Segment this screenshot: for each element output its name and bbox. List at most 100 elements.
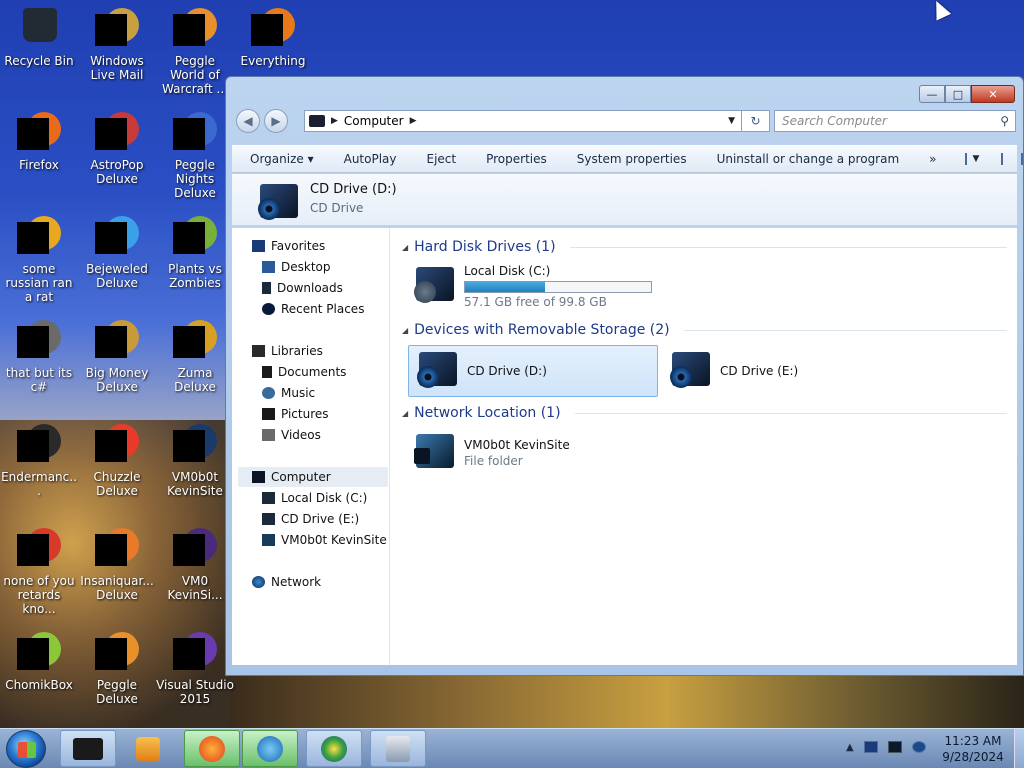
search-input[interactable]: Search Computer ⚲ xyxy=(774,110,1016,132)
desktop-icon-1[interactable]: Windows Live Mail xyxy=(78,4,156,104)
help-icon[interactable] xyxy=(1021,153,1024,165)
nav-network[interactable]: Network xyxy=(252,572,321,592)
app-icon xyxy=(95,424,139,468)
item-cd-drive-d[interactable]: CD Drive (D:) xyxy=(408,345,658,397)
desktop-icon-4[interactable]: Firefox xyxy=(0,108,78,208)
item-cd-drive-e[interactable]: CD Drive (E:) xyxy=(662,345,902,397)
desktop-icon-17[interactable]: Insaniquar... Deluxe xyxy=(78,524,156,624)
windows-live-icon xyxy=(257,735,283,762)
nav-pictures[interactable]: Pictures xyxy=(262,404,329,424)
desktop-icon-20[interactable]: Peggle Deluxe xyxy=(78,628,156,728)
view-options-chevron-icon[interactable]: ▼ xyxy=(973,154,980,164)
show-hidden-icons-icon[interactable]: ▲ xyxy=(846,742,854,753)
more-commands-button[interactable]: » xyxy=(929,152,936,166)
explorer-window: — □ ✕ ◀ ▶ ▶ Computer ▶ ▼ ↻ Search Comput… xyxy=(225,76,1024,676)
tray-app-icon[interactable] xyxy=(863,741,878,753)
nav-videos[interactable]: Videos xyxy=(262,425,321,445)
address-dropdown-icon[interactable]: ▼ xyxy=(728,116,735,126)
music-icon xyxy=(262,387,275,399)
nav-cd-drive-e[interactable]: CD Drive (E:) xyxy=(262,509,359,529)
media-player-icon xyxy=(136,736,160,761)
window-controls: — □ ✕ xyxy=(919,85,1015,103)
desktop-icon-11[interactable]: Big Money Deluxe xyxy=(78,316,156,416)
desktop-icon-14[interactable]: Chuzzle Deluxe xyxy=(78,420,156,520)
item-name: CD Drive (E:) xyxy=(720,364,799,378)
nav-network-location[interactable]: VM0b0t KevinSite xyxy=(262,530,387,550)
group-removable-storage[interactable]: ◢ Devices with Removable Storage (2) xyxy=(402,319,1007,341)
system-properties-button[interactable]: System properties xyxy=(577,152,687,166)
breadcrumb-computer[interactable]: Computer xyxy=(344,114,404,128)
preview-pane-icon[interactable] xyxy=(1001,153,1004,165)
desktop-icon-6[interactable]: Peggle Nights Deluxe xyxy=(156,108,234,208)
change-view-icon[interactable] xyxy=(964,153,967,165)
desktop-icon-9[interactable]: Plants vs Zombies xyxy=(156,212,234,312)
clock[interactable]: 11:23 AM 9/28/2024 xyxy=(936,733,1010,765)
desktop-icon-5[interactable]: AstroPop Deluxe xyxy=(78,108,156,208)
network-folder-icon xyxy=(262,534,275,546)
show-desktop-button[interactable] xyxy=(1014,729,1024,768)
navigation-pane: Favorites Desktop Downloads Recent Place… xyxy=(232,228,390,665)
volume-icon[interactable] xyxy=(911,741,926,753)
group-network-location[interactable]: ◢ Network Location (1) xyxy=(402,402,1007,424)
item-vm0b0t-kevinsite[interactable]: VM0b0t KevinSite File folder xyxy=(406,427,656,479)
nav-recent-places[interactable]: Recent Places xyxy=(262,299,364,319)
search-icon[interactable]: ⚲ xyxy=(1000,114,1009,128)
nav-computer[interactable]: Computer xyxy=(238,467,388,487)
address-bar[interactable]: ▶ Computer ▶ ▼ ↻ xyxy=(304,110,770,132)
taskbar-windows-live-button[interactable] xyxy=(242,730,298,767)
nav-desktop[interactable]: Desktop xyxy=(262,257,331,277)
taskbar-installer-button[interactable] xyxy=(370,730,426,767)
forward-button[interactable]: ▶ xyxy=(264,109,288,133)
collapse-triangle-icon[interactable]: ◢ xyxy=(402,243,408,252)
desktop-icon-13[interactable]: Endermanc... xyxy=(0,420,78,520)
close-button[interactable]: ✕ xyxy=(971,85,1015,103)
maximize-button[interactable]: □ xyxy=(945,85,971,103)
desktop-icon-21[interactable]: Visual Studio 2015 xyxy=(156,628,234,728)
desktop-icon-15[interactable]: VM0b0t KevinSite xyxy=(156,420,234,520)
nav-libraries[interactable]: Libraries xyxy=(252,341,323,361)
desktop-icon-12[interactable]: Zuma Deluxe xyxy=(156,316,234,416)
desktop-icon-8[interactable]: Bejeweled Deluxe xyxy=(78,212,156,312)
computer-icon xyxy=(252,471,265,483)
taskbar-windows-button[interactable] xyxy=(306,730,362,767)
taskbar-explorer-button[interactable] xyxy=(60,730,116,767)
breadcrumb-arrow-icon[interactable]: ▶ xyxy=(331,116,338,126)
refresh-icon[interactable]: ↻ xyxy=(741,111,769,131)
downloads-icon xyxy=(262,282,271,294)
eject-button[interactable]: Eject xyxy=(427,152,457,166)
details-pane: CD Drive (D:) CD Drive xyxy=(232,174,1017,226)
taskbar-media-player-button[interactable] xyxy=(120,730,176,767)
desktop-icon-2[interactable]: Peggle World of Warcraft ... xyxy=(156,4,234,104)
collapse-triangle-icon[interactable]: ◢ xyxy=(402,326,408,335)
desktop-icon-18[interactable]: VM0 KevinSi... xyxy=(156,524,234,624)
nav-downloads[interactable]: Downloads xyxy=(262,278,343,298)
back-button[interactable]: ◀ xyxy=(236,109,260,133)
item-local-disk-c[interactable]: Local Disk (C:) 57.1 GB free of 99.8 GB xyxy=(406,260,656,312)
uninstall-program-button[interactable]: Uninstall or change a program xyxy=(717,152,900,166)
nav-local-disk-c[interactable]: Local Disk (C:) xyxy=(262,488,367,508)
properties-button[interactable]: Properties xyxy=(486,152,547,166)
desktop-wallpaper-shore xyxy=(230,670,1024,730)
nav-favorites[interactable]: Favorites xyxy=(252,236,325,256)
desktop-icon-19[interactable]: ChomikBox xyxy=(0,628,78,728)
nav-documents[interactable]: Documents xyxy=(262,362,346,382)
desktop-icon-0[interactable]: Recycle Bin xyxy=(0,4,78,104)
desktop-icon-16[interactable]: none of you retards kno... xyxy=(0,524,78,624)
group-hard-disk-drives[interactable]: ◢ Hard Disk Drives (1) xyxy=(402,236,1007,258)
windows-logo-icon xyxy=(18,742,36,758)
organize-button[interactable]: Organize ▾ xyxy=(250,152,314,166)
desktop-icon-10[interactable]: that but its c# xyxy=(0,316,78,416)
cd-drive-icon xyxy=(668,348,716,394)
autoplay-button[interactable]: AutoPlay xyxy=(344,152,397,166)
network-status-icon[interactable] xyxy=(887,741,902,753)
command-bar: Organize ▾ AutoPlay Eject Properties Sys… xyxy=(232,145,1024,173)
nav-music[interactable]: Music xyxy=(262,383,315,403)
taskbar-firefox-button[interactable] xyxy=(184,730,240,767)
collapse-triangle-icon[interactable]: ◢ xyxy=(402,409,408,418)
item-name: Local Disk (C:) xyxy=(464,263,551,278)
breadcrumb-arrow-icon[interactable]: ▶ xyxy=(410,116,417,126)
desktop-icon-7[interactable]: some russian ran a rat xyxy=(0,212,78,312)
cd-drive-icon xyxy=(262,513,275,525)
minimize-button[interactable]: — xyxy=(919,85,945,103)
start-button[interactable] xyxy=(6,730,46,768)
